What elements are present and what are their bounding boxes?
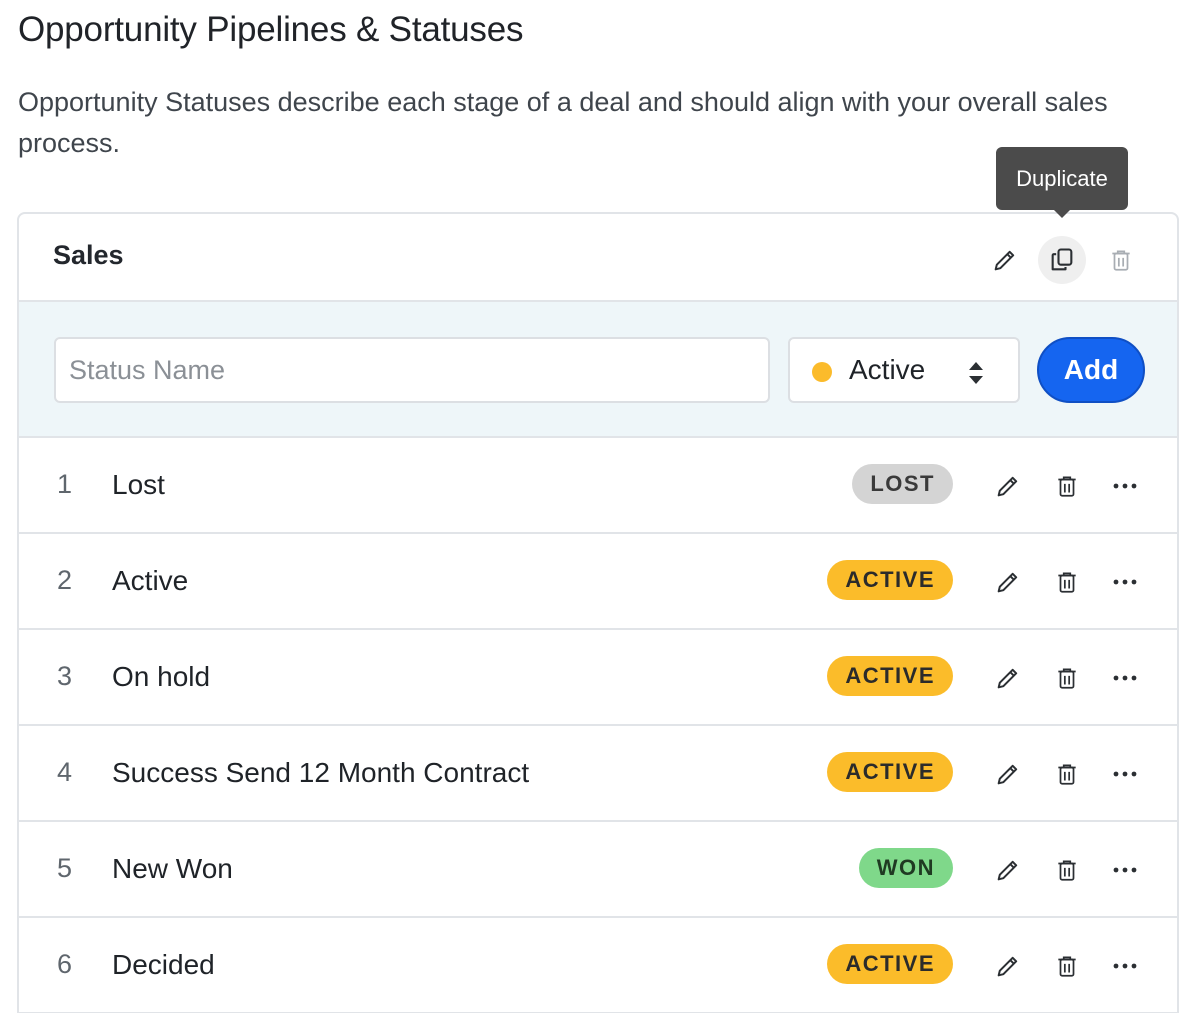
- status-number: 2: [57, 565, 73, 595]
- status-badge: LOST: [852, 464, 953, 504]
- status-row: 1 Lost LOST: [19, 438, 1177, 534]
- status-name: Decided: [112, 949, 215, 980]
- pencil-icon[interactable]: [990, 564, 1026, 600]
- add-status-button[interactable]: Add: [1037, 337, 1145, 403]
- pipeline-header: Sales: [19, 214, 1177, 302]
- status-badge: ACTIVE: [827, 560, 953, 600]
- status-number: 4: [57, 757, 73, 787]
- duplicate-tooltip: Duplicate: [996, 147, 1128, 218]
- status-color-dot: [812, 362, 832, 382]
- more-options-icon[interactable]: [1107, 756, 1143, 792]
- pipeline-name: Sales: [53, 240, 124, 270]
- more-options-icon[interactable]: [1107, 948, 1143, 984]
- add-status-form: Active Add: [19, 302, 1177, 438]
- pencil-icon[interactable]: [981, 236, 1029, 284]
- status-badge: ACTIVE: [827, 944, 953, 984]
- status-badge: WON: [858, 848, 953, 888]
- pencil-icon[interactable]: [990, 468, 1026, 504]
- status-name: Success Send 12 Month Contract: [112, 757, 530, 788]
- more-options-icon[interactable]: [1107, 564, 1143, 600]
- status-name: New Won: [112, 853, 233, 884]
- trash-icon[interactable]: [1049, 948, 1085, 984]
- status-type-select[interactable]: Active: [788, 337, 1020, 403]
- page-title: Opportunity Pipelines & Statuses: [18, 10, 524, 49]
- trash-icon[interactable]: [1049, 660, 1085, 696]
- status-number: 3: [57, 661, 73, 691]
- more-options-icon[interactable]: [1107, 852, 1143, 888]
- trash-icon[interactable]: [1097, 236, 1145, 284]
- status-number: 1: [57, 469, 73, 499]
- status-name: On hold: [112, 661, 211, 692]
- status-row: 4 Success Send 12 Month Contract ACTIVE: [19, 726, 1177, 822]
- more-options-icon[interactable]: [1107, 660, 1143, 696]
- pencil-icon[interactable]: [990, 660, 1026, 696]
- status-name: Active: [112, 565, 189, 596]
- status-number: 6: [57, 949, 73, 979]
- more-options-icon[interactable]: [1107, 468, 1143, 504]
- pencil-icon[interactable]: [990, 948, 1026, 984]
- status-row: 3 On hold ACTIVE: [19, 630, 1177, 726]
- trash-icon[interactable]: [1049, 756, 1085, 792]
- status-row: 2 Active ACTIVE: [19, 534, 1177, 630]
- pencil-icon[interactable]: [990, 852, 1026, 888]
- trash-icon[interactable]: [1049, 468, 1085, 504]
- status-number: 5: [57, 853, 73, 883]
- status-list: 1 Lost LOST 2 Active ACTIVE 3 On hold AC…: [19, 438, 1177, 1013]
- duplicate-icon[interactable]: [1038, 236, 1086, 284]
- status-name-input[interactable]: [54, 337, 770, 403]
- status-type-value: Active: [849, 354, 926, 385]
- status-badge: ACTIVE: [827, 752, 953, 792]
- pipeline-card: Sales Active Add 1 Lost LOST: [17, 212, 1179, 1013]
- trash-icon[interactable]: [1049, 564, 1085, 600]
- status-row: 6 Decided ACTIVE: [19, 918, 1177, 1013]
- trash-icon[interactable]: [1049, 852, 1085, 888]
- status-row: 5 New Won WON: [19, 822, 1177, 918]
- pencil-icon[interactable]: [990, 756, 1026, 792]
- status-badge: ACTIVE: [827, 656, 953, 696]
- sort-caret-icon: [965, 359, 987, 392]
- status-name: Lost: [112, 469, 165, 500]
